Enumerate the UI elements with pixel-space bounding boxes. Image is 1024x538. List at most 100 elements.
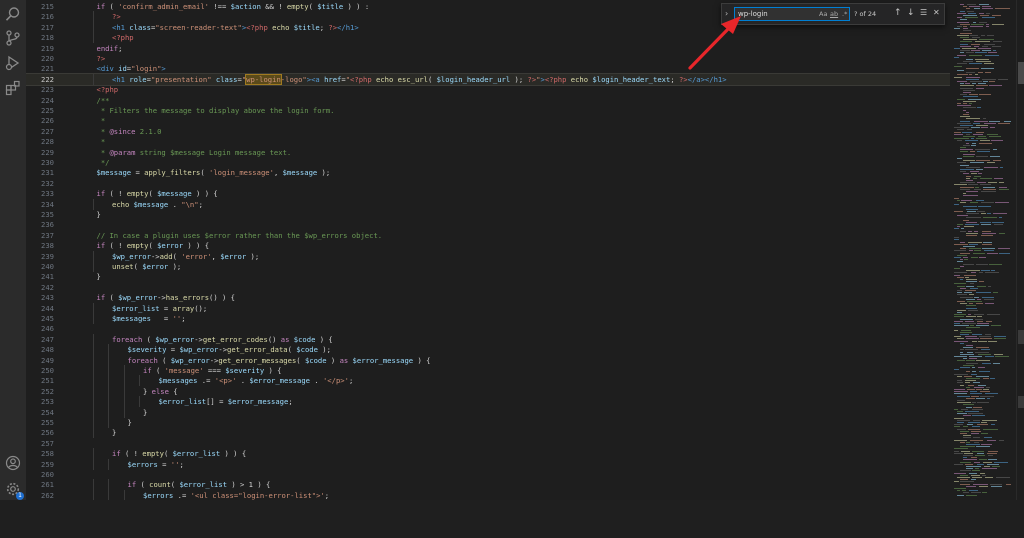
code-token: = (157, 459, 171, 469)
toggle-replace-button[interactable]: › (725, 9, 728, 18)
code-line[interactable]: 259 $errors = ''; (26, 458, 950, 470)
code-line[interactable]: 218 <?php (26, 32, 950, 44)
code-token: -logo" (280, 74, 307, 84)
minimap-line (954, 329, 958, 331)
line-number: 216 (41, 12, 54, 22)
code-line[interactable]: 224 /** (26, 95, 950, 106)
minimap-line (973, 441, 979, 443)
code-line[interactable]: 236 (26, 219, 950, 230)
run-debug-icon[interactable] (5, 55, 21, 71)
extensions-icon[interactable] (5, 80, 21, 96)
code-line[interactable]: 239 $wp_error->add( 'error', $error ); (26, 250, 950, 262)
code-line[interactable]: 240 unset( $error ); (26, 261, 950, 272)
code-line[interactable]: 231 $message = apply_filters( 'login_mess… (26, 167, 950, 178)
minimap-line (954, 28, 960, 30)
minimap-line (963, 15, 978, 16)
code-line[interactable]: 261 if ( count( $error_list ) > 1 ) { (26, 479, 950, 491)
account-icon[interactable] (5, 455, 21, 471)
code-line[interactable]: 235} (26, 209, 950, 220)
minimap-line (972, 402, 976, 404)
minimap-line (971, 492, 982, 494)
minimap-line (963, 292, 973, 294)
settings-gear-icon[interactable]: 1 (5, 481, 24, 500)
code-line[interactable]: 221 <div id="login"> (26, 63, 950, 74)
whole-word-button[interactable]: ab (830, 10, 838, 18)
minimap-line (982, 118, 986, 120)
next-match-button[interactable]: ↓ (907, 8, 915, 18)
code-line[interactable]: 228 * (26, 136, 950, 147)
code-line[interactable]: 238 if ( ! empty( $error ) ) { (26, 240, 950, 251)
minimap-line (954, 389, 966, 390)
code-token: "login" (131, 64, 162, 74)
scrollbar-thumb[interactable] (1018, 62, 1024, 84)
code-line[interactable]: 257 (26, 438, 950, 449)
code-line[interactable]: 248 $severity = $wp_error->get_error_data… (26, 344, 950, 356)
minimap[interactable] (950, 0, 1016, 500)
close-find-button[interactable]: ✕ (933, 8, 940, 18)
code-line[interactable]: 247 foreach ( $wp_error->get_error_codes(… (26, 333, 950, 345)
code-line[interactable]: 253 $error_list[] = $error_message; (26, 396, 950, 408)
minimap-line (979, 12, 984, 14)
code-line[interactable]: 241} (26, 271, 950, 282)
code-text: $wp_error->add( 'error', $error ); (112, 251, 259, 262)
minimap-line (954, 373, 969, 375)
code-line[interactable]: 243 if ( $wp_error->has_errors() ) { (26, 292, 950, 303)
minimap-line (967, 384, 975, 386)
minimap-line (986, 452, 998, 454)
code-line[interactable]: 246 (26, 323, 950, 334)
code-line[interactable]: 242 (26, 282, 950, 293)
code-text: * (97, 115, 105, 126)
code-line[interactable]: 229 * @param string $message Login messa… (26, 147, 950, 158)
minimap-line (967, 98, 982, 100)
code-line[interactable]: 223 <?php (26, 84, 950, 95)
minimap-line (982, 186, 996, 188)
code-line[interactable]: 258 if ( ! empty( $error_list ) ) { (26, 448, 950, 460)
code-line[interactable]: 249 foreach ( $wp_error->get_error_messag… (26, 354, 950, 366)
code-line[interactable]: 255} (26, 417, 950, 428)
code-line[interactable]: 250 if ( 'message' === $severity ) { (26, 365, 950, 376)
code-line[interactable]: 233 if ( ! empty( $message ) ) { (26, 188, 950, 199)
code-line[interactable]: 254} (26, 406, 950, 418)
code-line[interactable]: 220 ?> (26, 53, 950, 64)
minimap-line (985, 356, 994, 357)
code-line[interactable]: 252} else { (26, 385, 950, 397)
code-line[interactable]: 245 $messages = ''; (26, 313, 950, 324)
find-in-selection-button[interactable]: ☰ (920, 8, 927, 18)
search-icon[interactable] (5, 6, 21, 22)
code-line[interactable]: 222 <h1 role="presentation" class="wp-log… (26, 72, 950, 86)
code-line[interactable]: 225 * Filters the message to display abo… (26, 105, 950, 116)
minimap-line (960, 37, 970, 38)
regex-button[interactable]: .* (842, 10, 847, 18)
code-line[interactable]: 251 $messages .= '<p>' . $error_message .… (26, 375, 950, 387)
code-token: ( (151, 366, 165, 375)
code-line[interactable]: 227 * @since 2.1.0 (26, 126, 950, 137)
vertical-scrollbar[interactable] (1016, 0, 1024, 500)
code-text: if ( count( $error_list ) > 1 ) { (128, 479, 271, 490)
minimap-line (957, 63, 967, 65)
code-editor[interactable]: 215 if ( 'confirm_admin_email' !== $actio… (26, 0, 950, 500)
minimap-line (975, 155, 988, 157)
minimap-line (954, 131, 961, 133)
code-line[interactable]: 237 // In case a plugin uses $error rathe… (26, 230, 950, 241)
code-token: */ (96, 158, 110, 167)
previous-match-button[interactable]: ↑ (894, 8, 902, 18)
code-line[interactable]: 256} (26, 427, 950, 439)
code-line[interactable]: 260 (26, 469, 950, 480)
code-line[interactable]: 226 * (26, 115, 950, 126)
code-line[interactable]: 230 */ (26, 157, 950, 168)
minimap-line (971, 367, 975, 368)
minimap-line (960, 87, 974, 89)
code-line[interactable]: 232 (26, 178, 950, 189)
code-line[interactable]: 244 $error_list = array(); (26, 302, 950, 314)
code-token: $error_list (172, 449, 221, 459)
code-token: $message (96, 168, 132, 178)
minimap-line (957, 413, 968, 415)
source-control-icon[interactable] (5, 30, 21, 46)
code-text: $messages .= '<p>' . $error_message . '<… (159, 375, 354, 386)
match-case-button[interactable]: Aa (819, 10, 827, 18)
code-line[interactable]: 219 endif; (26, 43, 950, 54)
minimap-line (972, 83, 977, 85)
code-line[interactable]: 234 echo $message . "\n"; (26, 198, 950, 210)
code-line[interactable]: 262 $errors .= '<ul class="login-error-li… (26, 489, 950, 500)
minimap-line (971, 50, 981, 52)
